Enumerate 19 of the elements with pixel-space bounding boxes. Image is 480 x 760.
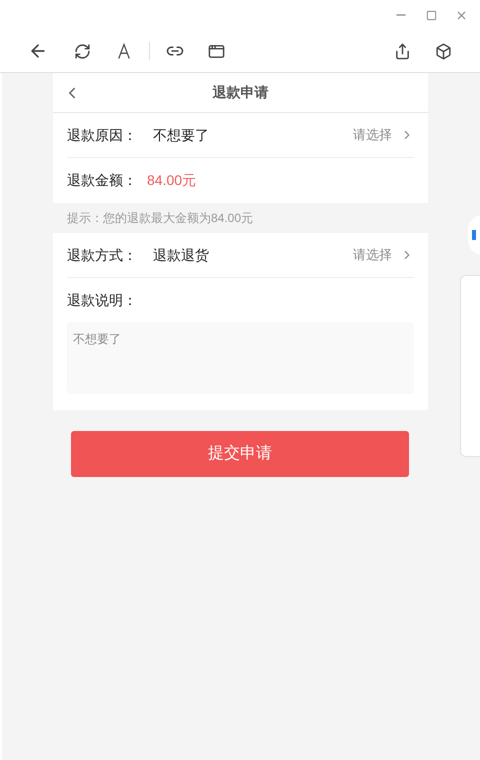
row-label: 退款原因： xyxy=(67,126,138,144)
page-title: 退款申请 xyxy=(212,83,268,102)
hint-text: 提示：您的退款最大金额为84.00元 xyxy=(67,210,254,227)
refresh-icon[interactable] xyxy=(74,42,91,60)
select-link[interactable]: 请选择 xyxy=(353,125,392,145)
maximize-icon[interactable] xyxy=(426,10,437,20)
close-icon[interactable] xyxy=(455,8,468,22)
submit-button[interactable]: 提交申请 xyxy=(71,431,409,477)
amount-value: 84.00元 xyxy=(147,171,198,190)
share-icon[interactable] xyxy=(394,42,411,60)
window-icon[interactable] xyxy=(208,42,225,60)
cube-icon[interactable] xyxy=(435,42,452,60)
description-label: 退款说明： xyxy=(67,290,137,310)
font-icon[interactable] xyxy=(117,42,131,60)
row-label: 退款方式： xyxy=(67,246,138,264)
row-value: 不想要了 xyxy=(153,126,210,144)
select-link[interactable]: 请选择 xyxy=(353,245,392,265)
description-field[interactable]: 不想要了 xyxy=(67,322,414,394)
row-value: 退款退货 xyxy=(153,246,210,264)
